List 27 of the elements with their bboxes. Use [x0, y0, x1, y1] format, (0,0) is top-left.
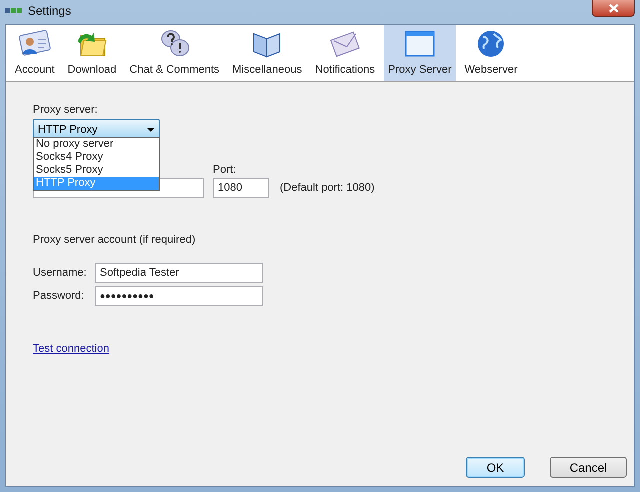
close-button[interactable] [592, 0, 635, 17]
field-label: Password: [33, 290, 86, 302]
dropdown-option[interactable]: Socks4 Proxy [34, 151, 159, 164]
field-label: Username: [33, 267, 88, 279]
field-label: Proxy server: [33, 104, 99, 116]
toolbar-tab[interactable]: Chat & Comments [126, 25, 224, 81]
toolbar-tab[interactable]: Webserver [460, 25, 522, 81]
caret-icon [147, 128, 155, 132]
password-field[interactable]: ●●●●●●●●●● [95, 286, 263, 306]
toolbar-tab[interactable]: Download [64, 25, 121, 81]
toolbar-tab[interactable]: Account [11, 25, 59, 81]
toolbar-tab[interactable]: Miscellaneous [228, 25, 306, 81]
window-title: Settings [28, 4, 72, 18]
toolbar-tab[interactable]: Notifications [311, 25, 380, 81]
toolbar-tab[interactable]: Proxy Server [384, 25, 456, 81]
cancel-button[interactable]: Cancel [550, 457, 627, 478]
ok-button[interactable]: OK [466, 457, 525, 478]
dropdown-option[interactable]: Socks5 Proxy [34, 164, 159, 177]
test-connection-link[interactable]: Test connection [33, 343, 110, 355]
username-field[interactable]: Softpedia Tester [95, 263, 263, 283]
port-field[interactable]: 1080 [213, 178, 269, 198]
close-icon [608, 4, 618, 12]
section-heading: Proxy server account (if required) [33, 234, 197, 246]
dropdown-option[interactable]: No proxy server [34, 138, 159, 151]
hint-text: (Default port: 1080) [280, 182, 375, 196]
field-label: Port: [213, 164, 238, 176]
app-icon [5, 8, 22, 13]
